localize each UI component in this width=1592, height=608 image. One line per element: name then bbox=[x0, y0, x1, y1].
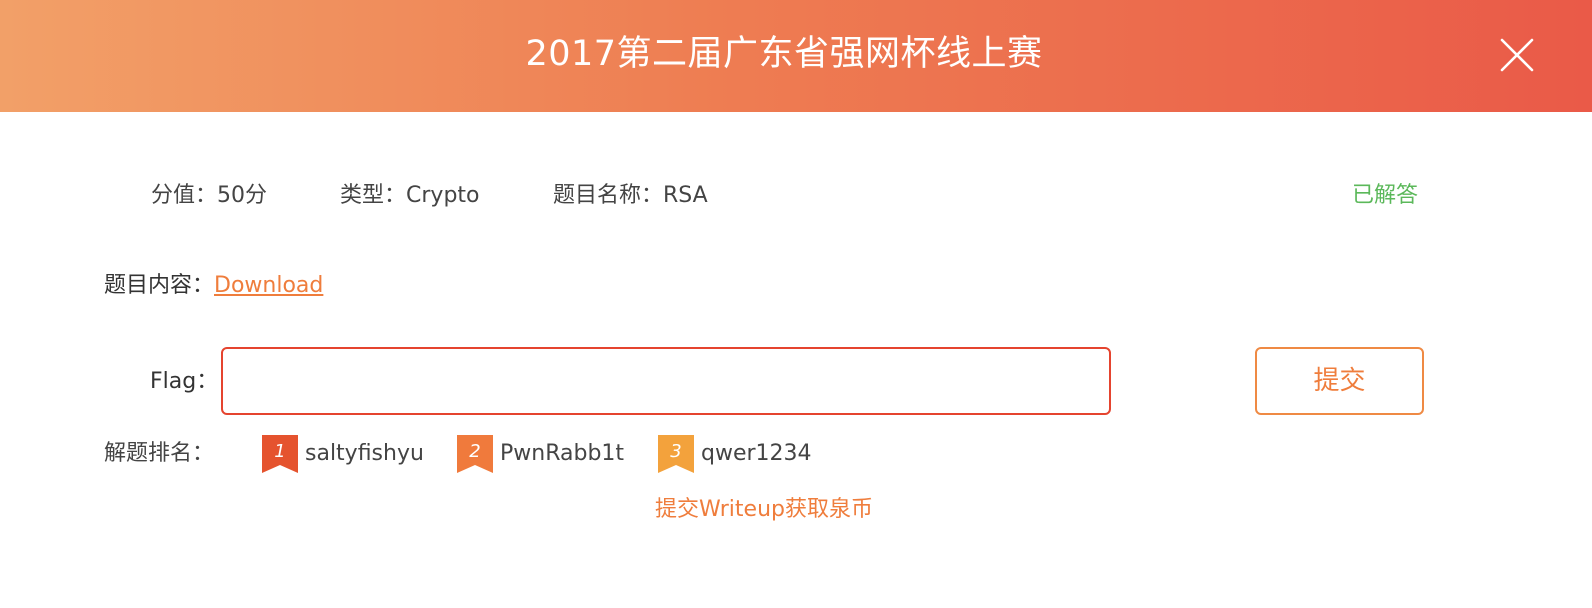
ranking-entry-name: saltyfishyu bbox=[305, 441, 424, 466]
solved-status-badge: 已解答 bbox=[1352, 183, 1419, 208]
type-value: Crypto bbox=[406, 183, 480, 208]
type-label: 类型： bbox=[340, 183, 407, 208]
score-value: 50分 bbox=[217, 183, 268, 208]
rank-3-number: 3 bbox=[670, 441, 681, 462]
score-field: 分值：50分 bbox=[151, 178, 267, 214]
challenge-name-label: 题目名称： bbox=[553, 183, 664, 208]
ranking-entry-name: qwer1234 bbox=[701, 441, 812, 466]
modal-title: 2017第二届广东省强网杯线上赛 bbox=[525, 34, 1043, 74]
rank-1-ribbon-icon: 1 bbox=[262, 435, 298, 473]
rank-3-ribbon-icon: 3 bbox=[658, 435, 694, 473]
download-link[interactable]: Download bbox=[214, 273, 323, 298]
flag-input[interactable] bbox=[221, 347, 1111, 415]
modal-header: 2017第二届广东省强网杯线上赛 bbox=[0, 0, 1592, 112]
rank-2-ribbon-icon: 2 bbox=[457, 435, 493, 473]
rank-1-number: 1 bbox=[274, 441, 285, 462]
content-label: 题目内容： bbox=[104, 273, 215, 298]
score-label: 分值： bbox=[151, 183, 218, 208]
flag-label: Flag： bbox=[150, 369, 219, 394]
close-button[interactable] bbox=[1498, 36, 1536, 74]
challenge-name-field: 题目名称：RSA bbox=[553, 178, 708, 214]
close-icon bbox=[1500, 38, 1534, 72]
ranking-entry-name: PwnRabb1t bbox=[500, 441, 625, 466]
rank-2-number: 2 bbox=[469, 441, 480, 462]
challenge-content: 题目内容：Download bbox=[104, 268, 323, 304]
type-field: 类型：Crypto bbox=[340, 178, 480, 214]
challenge-name-value: RSA bbox=[663, 183, 708, 208]
challenge-modal: 2017第二届广东省强网杯线上赛 分值：50分 类型：Crypto 题目名称：R… bbox=[0, 0, 1592, 608]
submit-button[interactable]: 提交 bbox=[1255, 347, 1424, 415]
submit-writeup-link[interactable]: 提交Writeup获取泉币 bbox=[0, 492, 1528, 528]
ranking-label: 解题排名： bbox=[104, 441, 215, 466]
